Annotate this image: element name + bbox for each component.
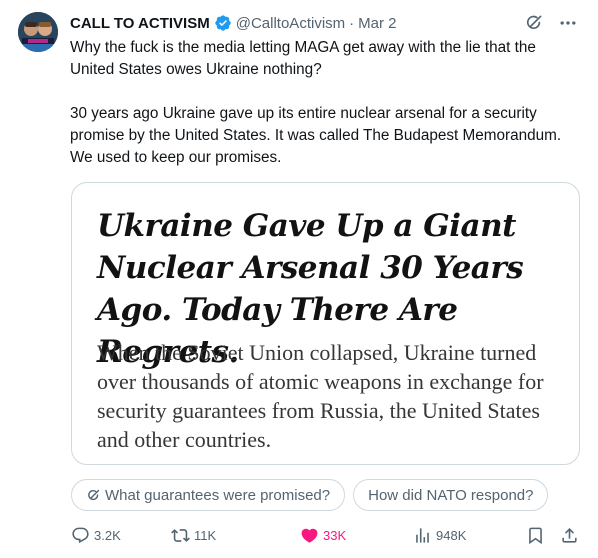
reply-button[interactable]: 3.2K: [71, 526, 121, 545]
analytics-icon: [413, 526, 432, 545]
heart-icon: [300, 526, 319, 545]
repost-icon: [171, 526, 190, 545]
bookmark-icon: [526, 526, 545, 545]
tweet-paragraph-2: 30 years ago Ukraine gave up its entire …: [70, 105, 562, 166]
suggestion-chip-label: What guarantees were promised?: [105, 486, 331, 504]
card-summary: When the Soviet Union collapsed, Ukraine…: [97, 340, 544, 452]
like-button[interactable]: 33K: [300, 526, 346, 545]
grok-icon[interactable]: [524, 13, 544, 33]
suggestion-chip-guarantees[interactable]: What guarantees were promised?: [71, 479, 346, 511]
tweet-actions: 3.2K 11K 33K 948K: [71, 520, 586, 550]
suggestion-chip-nato[interactable]: How did NATO respond?: [353, 479, 549, 511]
suggested-questions: What guarantees were promised? How did N…: [71, 479, 580, 511]
repost-count: 11K: [194, 527, 217, 543]
like-count: 33K: [323, 527, 347, 543]
share-button[interactable]: [560, 526, 583, 545]
suggestion-chip-label: How did NATO respond?: [368, 486, 534, 504]
tweet-header: CALL TO ACTIVISM @CalltoActivism · Mar 2: [70, 12, 578, 34]
reply-icon: [71, 526, 90, 545]
author-avatar[interactable]: [18, 12, 58, 52]
author-handle[interactable]: @CalltoActivism: [236, 15, 345, 32]
views-button[interactable]: 948K: [413, 526, 466, 545]
more-options-icon[interactable]: [558, 13, 578, 33]
verified-badge-icon: [214, 14, 232, 32]
tweet-date[interactable]: Mar 2: [358, 15, 396, 32]
views-count: 948K: [436, 527, 467, 543]
repost-button[interactable]: 11K: [171, 526, 216, 545]
tweet-text: Why the fuck is the media letting MAGA g…: [70, 37, 582, 169]
grok-icon: [86, 488, 101, 503]
share-icon: [560, 526, 579, 545]
tweet-paragraph-1: Why the fuck is the media letting MAGA g…: [70, 39, 536, 78]
header-separator: ·: [349, 14, 355, 32]
link-card[interactable]: Ukraine Gave Up a Giant Nuclear Arsenal …: [71, 182, 580, 465]
reply-count: 3.2K: [94, 527, 121, 543]
author-name[interactable]: CALL TO ACTIVISM: [70, 15, 210, 32]
bookmark-button[interactable]: [526, 526, 549, 545]
header-actions: [524, 12, 578, 34]
